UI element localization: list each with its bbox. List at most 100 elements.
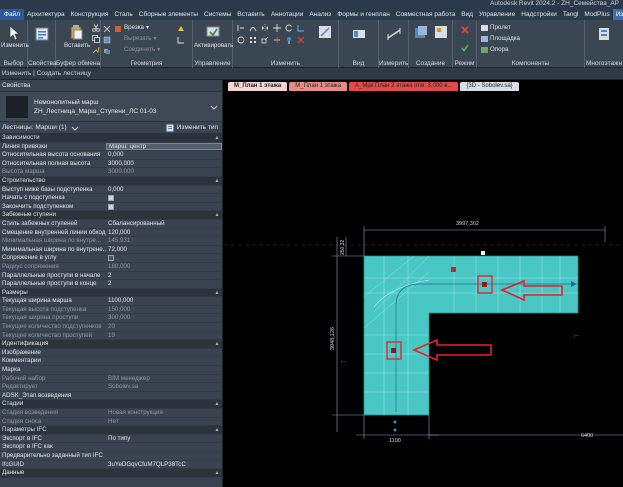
menu-insert[interactable]: Вставить <box>234 9 268 20</box>
property-row[interactable]: Сопряжение в углу <box>0 254 222 263</box>
property-section[interactable]: Забежные ступени ▴ <box>0 211 222 220</box>
property-value[interactable] <box>106 357 222 365</box>
cut-icon[interactable] <box>92 24 100 32</box>
property-value[interactable]: 1100,000 <box>106 297 222 305</box>
menu-massing[interactable]: Формы и генплан <box>334 9 393 20</box>
menu-architecture[interactable]: Архитектура <box>24 9 68 20</box>
support-button[interactable]: Опора <box>481 46 509 53</box>
edit-type-button[interactable]: Изменить тип <box>166 124 218 132</box>
dimension-left[interactable] <box>332 237 364 432</box>
wall-joins-icon[interactable] <box>177 36 185 44</box>
modify-button[interactable]: Изменить <box>1 42 29 49</box>
landing-button[interactable]: Площадка <box>481 35 520 42</box>
cut-geometry-icon[interactable] <box>103 36 111 44</box>
property-checkbox[interactable] <box>106 203 222 211</box>
property-row[interactable]: Текущая высота подступенка 150,000 <box>0 306 222 315</box>
view-tab[interactable]: М_План 1 этажа <box>289 82 348 91</box>
property-value[interactable]: 72,000 <box>106 246 222 254</box>
paste-button[interactable]: Вставить <box>64 42 90 49</box>
property-row[interactable]: Минимальная ширина по внутре... 145,931 <box>0 237 222 246</box>
collapse-icon[interactable]: ▴ <box>212 400 222 408</box>
property-row[interactable]: Экспорт в IFC По типу <box>0 435 222 444</box>
property-checkbox[interactable] <box>106 194 222 202</box>
property-value[interactable]: 2 <box>106 280 222 288</box>
view-tab[interactable]: А_Мрк План 2 этажа отм. 3.000 в... <box>349 82 459 91</box>
property-row[interactable]: Текущая ширина проступи 300,000 <box>0 314 222 324</box>
paste-icon[interactable] <box>68 24 84 40</box>
property-row[interactable]: Начать с подступенка <box>0 194 222 203</box>
activate-icon[interactable] <box>205 24 221 40</box>
menu-view[interactable]: Вид <box>458 9 476 20</box>
view-icon[interactable] <box>351 26 367 42</box>
multistory-icon[interactable] <box>596 26 612 42</box>
property-row[interactable]: Закончить подступенком <box>0 203 222 212</box>
view-tab[interactable]: {3D - Sobolev.sa} <box>460 82 519 91</box>
type-selector[interactable]: Немонолитный марш ZH_Лестница_Марш_Ступе… <box>0 92 222 122</box>
property-value[interactable]: 0,000 <box>106 186 222 194</box>
property-value[interactable]: Марш: центр <box>106 143 222 151</box>
property-value[interactable] <box>106 366 222 374</box>
chevron-down-icon[interactable] <box>210 103 218 111</box>
property-row[interactable]: Редактирует Sobolev.sa <box>0 383 222 392</box>
pin-icon[interactable] <box>285 36 293 44</box>
align-icon[interactable] <box>237 24 245 32</box>
property-row[interactable]: Предварительно заданный тип IFC <box>0 452 222 461</box>
property-row[interactable]: ADSK_Этап возведения <box>0 392 222 401</box>
property-value[interactable]: 120,000 <box>106 229 222 237</box>
run-button[interactable]: Пролет <box>481 24 511 31</box>
grip-handle[interactable] <box>393 420 397 424</box>
split-icon[interactable] <box>273 36 281 44</box>
property-row[interactable]: Изображение <box>0 349 222 358</box>
collapse-icon[interactable]: ▴ <box>212 177 222 185</box>
collapse-icon[interactable]: ▴ <box>212 340 222 348</box>
property-row[interactable]: Параллельные проступи в начале 2 <box>0 272 222 281</box>
menu-collaborate[interactable]: Совместная работа <box>393 9 458 20</box>
property-row[interactable]: Высота марша 3000,000 <box>0 168 222 177</box>
checkbox-checked[interactable] <box>108 195 114 202</box>
rotate-icon[interactable] <box>285 24 293 32</box>
checkbox-checked[interactable] <box>108 203 114 210</box>
view-tab[interactable]: М_План 1 этажа <box>228 82 288 91</box>
activate-button[interactable]: Активировать <box>194 42 233 49</box>
cope-icon[interactable] <box>103 25 111 33</box>
collapse-icon[interactable]: ▴ <box>212 289 222 297</box>
property-section[interactable]: Идентификация ▴ <box>0 340 222 349</box>
property-value[interactable]: 3uYeDGqvCfuM7QLP38TcC <box>106 461 222 469</box>
menu-manage[interactable]: Управление <box>476 9 518 20</box>
property-value[interactable] <box>106 443 222 451</box>
property-row[interactable]: Смещение внутренней линии обхода 120,000 <box>0 229 222 238</box>
menu-steel[interactable]: Сталь <box>111 9 135 20</box>
property-section[interactable]: Зависимости ▴ <box>0 134 222 143</box>
menu-addins[interactable]: Надстройки <box>518 9 560 20</box>
menu-precast[interactable]: Сборные элементы <box>136 9 201 20</box>
instance-filter[interactable]: Лестницы: Марши (1) Изменить тип <box>0 122 222 134</box>
property-row[interactable]: Минимальная ширина по внутрене... 72,000 <box>0 246 222 255</box>
property-row[interactable]: Радиус сопряжения 180,000 <box>0 263 222 272</box>
scale-icon[interactable] <box>261 36 269 44</box>
menu-modify-stairs[interactable]: Из <box>612 9 623 20</box>
property-checkbox[interactable] <box>106 254 222 262</box>
property-row[interactable]: IfcGUID 3uYeDGqvCfuM7QLP38TcC <box>0 461 222 470</box>
create-group-icon[interactable] <box>433 24 449 40</box>
property-section[interactable]: Размеры ▴ <box>0 288 222 298</box>
property-row[interactable]: Комментарии <box>0 357 222 367</box>
property-value[interactable]: 0,000 <box>106 151 222 159</box>
paint-icon[interactable] <box>177 25 185 33</box>
property-value[interactable]: 2 <box>106 272 222 280</box>
delete-icon[interactable] <box>297 36 305 44</box>
property-row[interactable]: Выступ ниже базы подступенка 0,000 <box>0 186 222 195</box>
menu-tangl[interactable]: Tangl <box>560 9 582 20</box>
property-row[interactable]: Относительная высота основания 0,000 <box>0 151 222 160</box>
property-row[interactable]: Относительная полная высота 3000,000 <box>0 160 222 169</box>
checkbox-unchecked[interactable] <box>108 255 114 262</box>
offset-icon[interactable] <box>249 24 257 32</box>
property-row[interactable]: Линия привязки Марш: центр <box>0 143 222 152</box>
property-value[interactable] <box>106 452 222 460</box>
property-section[interactable]: Стадии ▴ <box>0 400 222 409</box>
property-row[interactable]: Текущая ширина марша 1100,000 <box>0 297 222 306</box>
match-properties-icon[interactable] <box>92 46 100 54</box>
collapse-icon[interactable]: ▴ <box>212 426 222 434</box>
create-part-icon[interactable] <box>413 24 429 40</box>
trim-icon[interactable] <box>297 24 305 32</box>
cut-button[interactable]: Вырезать ▾ <box>124 35 157 42</box>
